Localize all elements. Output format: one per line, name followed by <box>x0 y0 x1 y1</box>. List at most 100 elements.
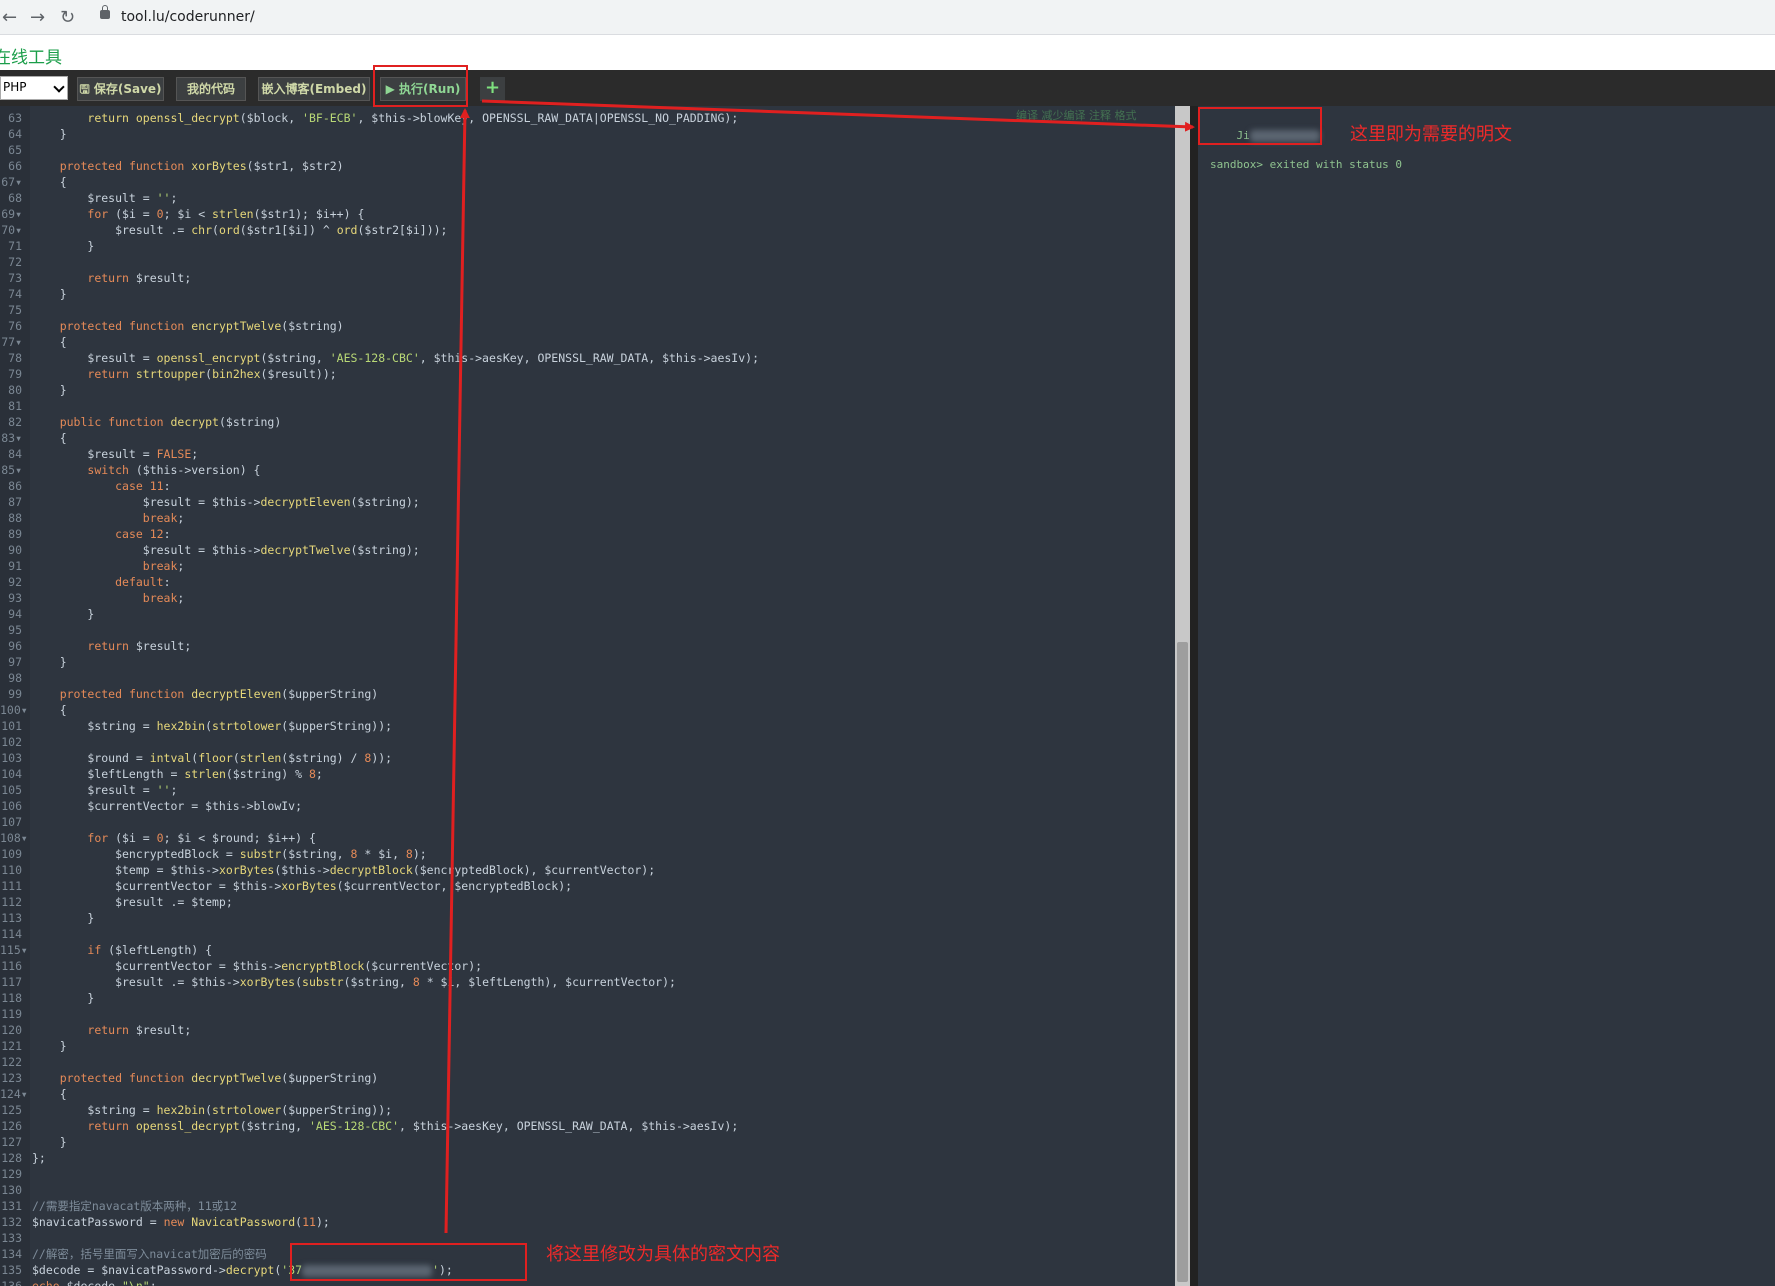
code-line[interactable]: 133 <box>0 1230 32 1246</box>
code-line[interactable]: 131 //需要指定navacat版本两种，11或12 <box>0 1198 237 1214</box>
code-line[interactable]: 83▾ { <box>0 430 66 446</box>
code-line[interactable]: 103 $round = intval(floor(strlen($string… <box>0 750 392 766</box>
code-line[interactable]: 77▾ { <box>0 334 66 350</box>
code-line[interactable]: 84 $result = FALSE; <box>0 446 198 462</box>
code-line[interactable]: 113 } <box>0 910 94 926</box>
code-line[interactable]: 65 <box>0 142 32 158</box>
code-line[interactable]: 97 } <box>0 654 66 670</box>
code-line[interactable]: 68 $result = ''; <box>0 190 177 206</box>
save-button[interactable]: 🖫 保存(Save) <box>77 77 164 101</box>
line-number: 129 <box>1 1167 22 1181</box>
code-line[interactable]: 92 default: <box>0 574 170 590</box>
code-text: //需要指定navacat版本两种，11或12 <box>32 1199 238 1213</box>
editor-scrollbar[interactable] <box>1175 106 1190 1286</box>
code-text: $encryptedBlock = substr($string, 8 * $i… <box>32 847 427 861</box>
add-icon[interactable]: + <box>480 77 505 101</box>
code-line[interactable]: 63 return openssl_decrypt($block, 'BF-EC… <box>0 110 738 126</box>
code-line[interactable]: 112 $result .= $temp; <box>0 894 233 910</box>
code-text: { <box>32 703 67 717</box>
my-code-button[interactable]: 我的代码 <box>176 77 246 101</box>
code-line[interactable]: 85▾ switch ($this->version) { <box>0 462 260 478</box>
reload-icon[interactable]: ↻ <box>60 7 75 28</box>
code-editor[interactable]: 编译 减少编译 注释 格式 63 return openssl_decrypt(… <box>0 106 1175 1286</box>
code-line[interactable]: 127 } <box>0 1134 66 1150</box>
code-line[interactable]: 81 <box>0 398 32 414</box>
code-line[interactable]: 98 <box>0 670 32 686</box>
code-line[interactable]: 115▾ if ($leftLength) { <box>0 942 212 958</box>
address-bar[interactable]: tool.lu/coderunner/ <box>121 9 255 25</box>
line-number: 134 <box>1 1247 22 1261</box>
code-line[interactable]: 96 return $result; <box>0 638 191 654</box>
code-line[interactable]: 78 $result = openssl_encrypt($string, 'A… <box>0 350 759 366</box>
line-number: 78 <box>8 351 22 365</box>
code-text: break; <box>142 591 185 605</box>
language-select[interactable]: PHP <box>0 76 68 100</box>
back-icon[interactable]: ← <box>2 7 17 28</box>
code-line[interactable]: 80 } <box>0 382 66 398</box>
code-line[interactable]: 114 <box>0 926 32 942</box>
code-line[interactable]: 82 public function decrypt($string) <box>0 414 281 430</box>
code-line[interactable]: 94 } <box>0 606 94 622</box>
code-line[interactable]: 71 } <box>0 238 94 254</box>
code-line[interactable]: 101 $string = hex2bin(strtolower($upperS… <box>0 718 392 734</box>
code-line[interactable]: 74 } <box>0 286 66 302</box>
code-line[interactable]: 124▾ { <box>0 1086 67 1102</box>
line-number: 80 <box>8 383 22 397</box>
code-line[interactable]: 88 break; <box>0 510 184 526</box>
code-line[interactable]: 134 //解密，括号里面写入navicat加密后的密码 <box>0 1246 267 1262</box>
code-text: } <box>32 1039 67 1053</box>
code-text: } <box>32 127 67 141</box>
code-line[interactable]: 76 protected function encryptTwelve($str… <box>0 318 343 334</box>
code-line[interactable]: 122 <box>0 1054 32 1070</box>
code-line[interactable]: 136 echo $decode."\n"; <box>0 1278 156 1286</box>
scrollbar-thumb[interactable] <box>1177 642 1188 1282</box>
code-line[interactable]: 89 case 12: <box>0 526 170 542</box>
code-line[interactable]: 125 $string = hex2bin(strtolower($upperS… <box>0 1102 392 1118</box>
code-line[interactable]: 111 $currentVector = $this->xorBytes($cu… <box>0 878 572 894</box>
code-line[interactable]: 121 } <box>0 1038 67 1054</box>
forward-icon[interactable]: → <box>30 7 45 28</box>
browser-toolbar: ← → ↻ tool.lu/coderunner/ <box>0 0 1775 35</box>
code-line[interactable]: 102 <box>0 734 32 750</box>
code-line[interactable]: 87 $result = $this->decryptEleven($strin… <box>0 494 420 510</box>
code-line[interactable]: 79 return strtoupper(bin2hex($result)); <box>0 366 337 382</box>
code-line[interactable]: 66 protected function xorBytes($str1, $s… <box>0 158 343 174</box>
site-logo[interactable]: 在线工具 <box>0 43 62 68</box>
code-line[interactable]: 90 $result = $this->decryptTwelve($strin… <box>0 542 420 558</box>
code-line[interactable]: 119 <box>0 1006 32 1022</box>
code-line[interactable]: 110 $temp = $this->xorBytes($this->decry… <box>0 862 655 878</box>
embed-button[interactable]: 嵌入博客(Embed) <box>258 77 370 101</box>
line-number: 106 <box>1 799 22 813</box>
code-line[interactable]: 126 return openssl_decrypt($string, 'AES… <box>0 1118 738 1134</box>
code-line[interactable]: 93 break; <box>0 590 184 606</box>
code-line[interactable]: 67▾ { <box>0 174 66 190</box>
code-line[interactable]: 120 return $result; <box>0 1022 191 1038</box>
code-line[interactable]: 117 $result .= $this->xorBytes(substr($s… <box>0 974 676 990</box>
code-line[interactable]: 64 } <box>0 126 67 142</box>
code-line[interactable]: 99 protected function decryptEleven($upp… <box>0 686 378 702</box>
code-line[interactable]: 107 <box>0 814 32 830</box>
code-line[interactable]: 104 $leftLength = strlen($string) % 8; <box>0 766 323 782</box>
code-line[interactable]: 109 $encryptedBlock = substr($string, 8 … <box>0 846 427 862</box>
code-line[interactable]: 123 protected function decryptTwelve($up… <box>0 1070 378 1086</box>
code-line[interactable]: 75 <box>0 302 32 318</box>
code-line[interactable]: 100▾ { <box>0 702 67 718</box>
code-line[interactable]: 132 $navicatPassword = new NavicatPasswor… <box>0 1214 330 1230</box>
code-line[interactable]: 128}; <box>0 1150 46 1166</box>
code-line[interactable]: 106 $currentVector = $this->blowIv; <box>0 798 302 814</box>
code-text: $result = openssl_encrypt($string, 'AES-… <box>32 351 760 365</box>
code-line[interactable]: 130 <box>0 1182 32 1198</box>
code-line[interactable]: 70▾ $result .= chr(ord($str1[$i]) ^ ord(… <box>0 222 447 238</box>
code-line[interactable]: 118 } <box>0 990 94 1006</box>
code-line[interactable]: 105 $result = ''; <box>0 782 177 798</box>
panel-divider[interactable] <box>1190 106 1198 1286</box>
code-line[interactable]: 91 break; <box>0 558 184 574</box>
code-line[interactable]: 108▾ for ($i = 0; $i < $round; $i++) { <box>0 830 316 846</box>
code-line[interactable]: 72 <box>0 254 32 270</box>
code-line[interactable]: 69▾ for ($i = 0; $i < strlen($str1); $i+… <box>0 206 364 222</box>
code-line[interactable]: 95 <box>0 622 32 638</box>
code-line[interactable]: 73 return $result; <box>0 270 191 286</box>
code-line[interactable]: 86 case 11: <box>0 478 170 494</box>
code-line[interactable]: 116 $currentVector = $this->encryptBlock… <box>0 958 482 974</box>
code-line[interactable]: 129 <box>0 1166 32 1182</box>
